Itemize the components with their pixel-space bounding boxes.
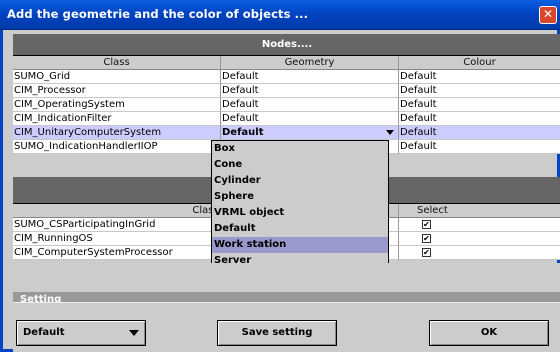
save-setting-button[interactable]: Save setting	[217, 320, 337, 346]
chevron-down-icon[interactable]	[386, 130, 394, 135]
class-cell: SUMO_Grid	[13, 70, 221, 84]
window-title: Add the geometrie and the color of objec…	[7, 7, 309, 21]
class-cell: CIM_Processor	[13, 84, 221, 98]
settings-divider	[13, 292, 560, 302]
dialog-body: Nodes.... Class Geometry Colour SUMO_Gri…	[0, 30, 560, 352]
colour-cell[interactable]: Default	[399, 70, 560, 84]
setting-select-value: Default	[23, 327, 65, 338]
class-cell: SUMO_IndicationHandlerIIOP	[13, 140, 221, 154]
column-header-geometry[interactable]: Geometry	[221, 56, 399, 70]
dropdown-option[interactable]: Cone	[212, 157, 388, 173]
column-header-colour[interactable]: Colour	[399, 56, 560, 70]
class-cell: CIM_OperatingSystem	[13, 98, 221, 112]
colour-cell[interactable]: Default	[399, 112, 560, 126]
colour-cell[interactable]: Default	[399, 98, 560, 112]
colour-cell[interactable]: Default	[399, 84, 560, 98]
geometry-cell[interactable]: Default	[221, 84, 399, 98]
ok-button[interactable]: OK	[429, 320, 549, 346]
column-header-class[interactable]: Class	[13, 56, 221, 70]
class-cell: CIM_IndicationFilter	[13, 112, 221, 126]
geometry-cell[interactable]: Default	[221, 98, 399, 112]
class-cell: CIM_UnitaryComputerSystem	[13, 126, 221, 140]
select-cell[interactable]: ✔	[399, 218, 560, 232]
title-bar: Add the geometrie and the color of objec…	[0, 0, 560, 30]
geometry-cell[interactable]: Default	[221, 112, 399, 126]
select-checkbox[interactable]: ✔	[422, 220, 431, 229]
dropdown-option[interactable]: Box	[212, 141, 388, 157]
dropdown-option[interactable]: VRML object	[212, 205, 388, 221]
dropdown-option[interactable]: Cylinder	[212, 173, 388, 189]
select-cell[interactable]: ✔	[399, 232, 560, 246]
dropdown-option-highlighted[interactable]: Work station	[212, 237, 388, 253]
geometry-combo-value: Default	[222, 127, 264, 138]
setting-select[interactable]: Default	[16, 320, 146, 346]
geometry-combo[interactable]: Default	[221, 126, 399, 140]
select-checkbox[interactable]: ✔	[422, 248, 431, 257]
select-checkbox[interactable]: ✔	[422, 234, 431, 243]
nodes-section-title: Nodes....	[13, 34, 560, 55]
close-icon[interactable]: ✕	[539, 6, 557, 24]
dropdown-option[interactable]: Sphere	[212, 189, 388, 205]
chevron-down-icon[interactable]	[129, 330, 139, 336]
column-header-select[interactable]: Select	[399, 204, 560, 218]
geometry-cell[interactable]: Default	[221, 70, 399, 84]
select-cell[interactable]: ✔	[399, 246, 560, 260]
colour-cell[interactable]: Default	[399, 140, 560, 154]
colour-cell[interactable]: Default	[399, 126, 560, 140]
dropdown-option[interactable]: Default	[212, 221, 388, 237]
geometry-dropdown-list: Box Cone Cylinder Sphere VRML object Def…	[211, 140, 389, 271]
